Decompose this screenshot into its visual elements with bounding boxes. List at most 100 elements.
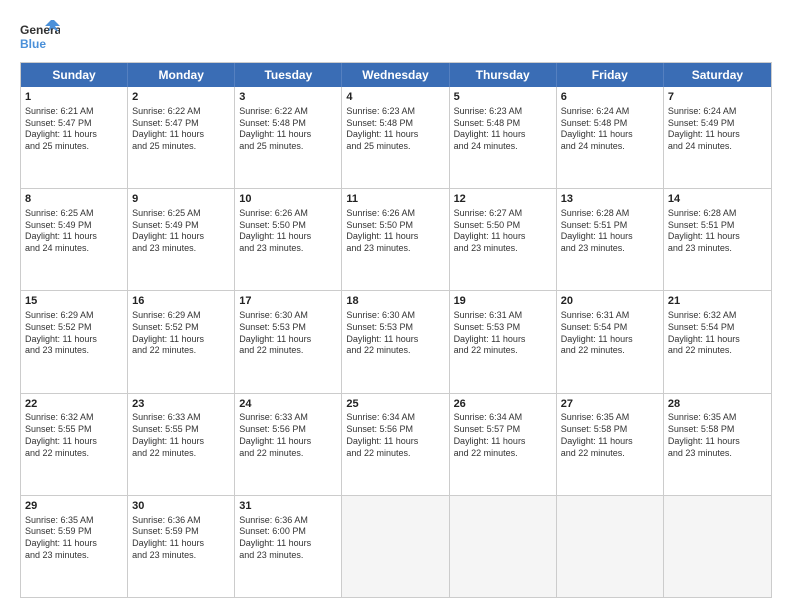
day-info: Sunrise: 6:22 AM Sunset: 5:48 PM Dayligh…: [239, 106, 337, 153]
day-info: Sunrise: 6:26 AM Sunset: 5:50 PM Dayligh…: [239, 208, 337, 255]
day-number: 16: [132, 294, 230, 309]
day-cell-28: 28Sunrise: 6:35 AM Sunset: 5:58 PM Dayli…: [664, 394, 771, 495]
day-cell-2: 2Sunrise: 6:22 AM Sunset: 5:47 PM Daylig…: [128, 87, 235, 188]
day-cell-5: 5Sunrise: 6:23 AM Sunset: 5:48 PM Daylig…: [450, 87, 557, 188]
day-cell-20: 20Sunrise: 6:31 AM Sunset: 5:54 PM Dayli…: [557, 291, 664, 392]
header-day-wednesday: Wednesday: [342, 63, 449, 87]
calendar-body: 1Sunrise: 6:21 AM Sunset: 5:47 PM Daylig…: [21, 87, 771, 597]
day-info: Sunrise: 6:31 AM Sunset: 5:54 PM Dayligh…: [561, 310, 659, 357]
day-number: 28: [668, 397, 767, 412]
day-cell-21: 21Sunrise: 6:32 AM Sunset: 5:54 PM Dayli…: [664, 291, 771, 392]
day-cell-14: 14Sunrise: 6:28 AM Sunset: 5:51 PM Dayli…: [664, 189, 771, 290]
day-number: 3: [239, 90, 337, 105]
day-info: Sunrise: 6:25 AM Sunset: 5:49 PM Dayligh…: [25, 208, 123, 255]
day-info: Sunrise: 6:32 AM Sunset: 5:54 PM Dayligh…: [668, 310, 767, 357]
empty-cell: [557, 496, 664, 597]
day-number: 24: [239, 397, 337, 412]
day-info: Sunrise: 6:32 AM Sunset: 5:55 PM Dayligh…: [25, 412, 123, 459]
day-info: Sunrise: 6:33 AM Sunset: 5:56 PM Dayligh…: [239, 412, 337, 459]
day-cell-30: 30Sunrise: 6:36 AM Sunset: 5:59 PM Dayli…: [128, 496, 235, 597]
day-cell-27: 27Sunrise: 6:35 AM Sunset: 5:58 PM Dayli…: [557, 394, 664, 495]
day-cell-9: 9Sunrise: 6:25 AM Sunset: 5:49 PM Daylig…: [128, 189, 235, 290]
day-cell-22: 22Sunrise: 6:32 AM Sunset: 5:55 PM Dayli…: [21, 394, 128, 495]
day-number: 8: [25, 192, 123, 207]
day-number: 30: [132, 499, 230, 514]
header-day-monday: Monday: [128, 63, 235, 87]
logo-icon: General Blue: [20, 18, 60, 58]
day-number: 20: [561, 294, 659, 309]
day-info: Sunrise: 6:21 AM Sunset: 5:47 PM Dayligh…: [25, 106, 123, 153]
day-cell-4: 4Sunrise: 6:23 AM Sunset: 5:48 PM Daylig…: [342, 87, 449, 188]
empty-cell: [342, 496, 449, 597]
empty-cell: [664, 496, 771, 597]
day-info: Sunrise: 6:35 AM Sunset: 5:58 PM Dayligh…: [561, 412, 659, 459]
day-info: Sunrise: 6:26 AM Sunset: 5:50 PM Dayligh…: [346, 208, 444, 255]
week-row-4: 29Sunrise: 6:35 AM Sunset: 5:59 PM Dayli…: [21, 495, 771, 597]
logo: General Blue: [20, 18, 60, 58]
day-number: 27: [561, 397, 659, 412]
day-info: Sunrise: 6:28 AM Sunset: 5:51 PM Dayligh…: [561, 208, 659, 255]
header: General Blue: [20, 18, 772, 58]
day-number: 18: [346, 294, 444, 309]
day-info: Sunrise: 6:30 AM Sunset: 5:53 PM Dayligh…: [346, 310, 444, 357]
day-info: Sunrise: 6:34 AM Sunset: 5:57 PM Dayligh…: [454, 412, 552, 459]
day-number: 1: [25, 90, 123, 105]
week-row-3: 22Sunrise: 6:32 AM Sunset: 5:55 PM Dayli…: [21, 393, 771, 495]
day-number: 7: [668, 90, 767, 105]
day-info: Sunrise: 6:36 AM Sunset: 6:00 PM Dayligh…: [239, 515, 337, 562]
day-cell-8: 8Sunrise: 6:25 AM Sunset: 5:49 PM Daylig…: [21, 189, 128, 290]
day-number: 29: [25, 499, 123, 514]
day-number: 13: [561, 192, 659, 207]
day-cell-12: 12Sunrise: 6:27 AM Sunset: 5:50 PM Dayli…: [450, 189, 557, 290]
day-number: 5: [454, 90, 552, 105]
day-info: Sunrise: 6:31 AM Sunset: 5:53 PM Dayligh…: [454, 310, 552, 357]
header-day-friday: Friday: [557, 63, 664, 87]
day-info: Sunrise: 6:29 AM Sunset: 5:52 PM Dayligh…: [25, 310, 123, 357]
day-cell-11: 11Sunrise: 6:26 AM Sunset: 5:50 PM Dayli…: [342, 189, 449, 290]
day-cell-24: 24Sunrise: 6:33 AM Sunset: 5:56 PM Dayli…: [235, 394, 342, 495]
day-number: 21: [668, 294, 767, 309]
day-info: Sunrise: 6:35 AM Sunset: 5:58 PM Dayligh…: [668, 412, 767, 459]
header-day-thursday: Thursday: [450, 63, 557, 87]
day-number: 17: [239, 294, 337, 309]
day-cell-29: 29Sunrise: 6:35 AM Sunset: 5:59 PM Dayli…: [21, 496, 128, 597]
empty-cell: [450, 496, 557, 597]
day-number: 14: [668, 192, 767, 207]
day-cell-18: 18Sunrise: 6:30 AM Sunset: 5:53 PM Dayli…: [342, 291, 449, 392]
day-cell-31: 31Sunrise: 6:36 AM Sunset: 6:00 PM Dayli…: [235, 496, 342, 597]
calendar-header: SundayMondayTuesdayWednesdayThursdayFrid…: [21, 63, 771, 87]
day-cell-25: 25Sunrise: 6:34 AM Sunset: 5:56 PM Dayli…: [342, 394, 449, 495]
day-number: 12: [454, 192, 552, 207]
day-number: 4: [346, 90, 444, 105]
day-cell-23: 23Sunrise: 6:33 AM Sunset: 5:55 PM Dayli…: [128, 394, 235, 495]
week-row-2: 15Sunrise: 6:29 AM Sunset: 5:52 PM Dayli…: [21, 290, 771, 392]
day-info: Sunrise: 6:27 AM Sunset: 5:50 PM Dayligh…: [454, 208, 552, 255]
day-info: Sunrise: 6:30 AM Sunset: 5:53 PM Dayligh…: [239, 310, 337, 357]
svg-text:Blue: Blue: [20, 37, 46, 51]
day-info: Sunrise: 6:25 AM Sunset: 5:49 PM Dayligh…: [132, 208, 230, 255]
day-number: 25: [346, 397, 444, 412]
day-info: Sunrise: 6:36 AM Sunset: 5:59 PM Dayligh…: [132, 515, 230, 562]
calendar: SundayMondayTuesdayWednesdayThursdayFrid…: [20, 62, 772, 598]
day-info: Sunrise: 6:22 AM Sunset: 5:47 PM Dayligh…: [132, 106, 230, 153]
day-info: Sunrise: 6:34 AM Sunset: 5:56 PM Dayligh…: [346, 412, 444, 459]
day-info: Sunrise: 6:29 AM Sunset: 5:52 PM Dayligh…: [132, 310, 230, 357]
day-cell-17: 17Sunrise: 6:30 AM Sunset: 5:53 PM Dayli…: [235, 291, 342, 392]
day-number: 23: [132, 397, 230, 412]
header-day-saturday: Saturday: [664, 63, 771, 87]
day-number: 15: [25, 294, 123, 309]
day-info: Sunrise: 6:24 AM Sunset: 5:49 PM Dayligh…: [668, 106, 767, 153]
day-number: 2: [132, 90, 230, 105]
day-number: 10: [239, 192, 337, 207]
day-info: Sunrise: 6:28 AM Sunset: 5:51 PM Dayligh…: [668, 208, 767, 255]
day-info: Sunrise: 6:23 AM Sunset: 5:48 PM Dayligh…: [454, 106, 552, 153]
day-info: Sunrise: 6:33 AM Sunset: 5:55 PM Dayligh…: [132, 412, 230, 459]
header-day-tuesday: Tuesday: [235, 63, 342, 87]
day-number: 6: [561, 90, 659, 105]
day-cell-13: 13Sunrise: 6:28 AM Sunset: 5:51 PM Dayli…: [557, 189, 664, 290]
day-cell-7: 7Sunrise: 6:24 AM Sunset: 5:49 PM Daylig…: [664, 87, 771, 188]
day-number: 9: [132, 192, 230, 207]
day-cell-3: 3Sunrise: 6:22 AM Sunset: 5:48 PM Daylig…: [235, 87, 342, 188]
day-cell-26: 26Sunrise: 6:34 AM Sunset: 5:57 PM Dayli…: [450, 394, 557, 495]
day-cell-1: 1Sunrise: 6:21 AM Sunset: 5:47 PM Daylig…: [21, 87, 128, 188]
